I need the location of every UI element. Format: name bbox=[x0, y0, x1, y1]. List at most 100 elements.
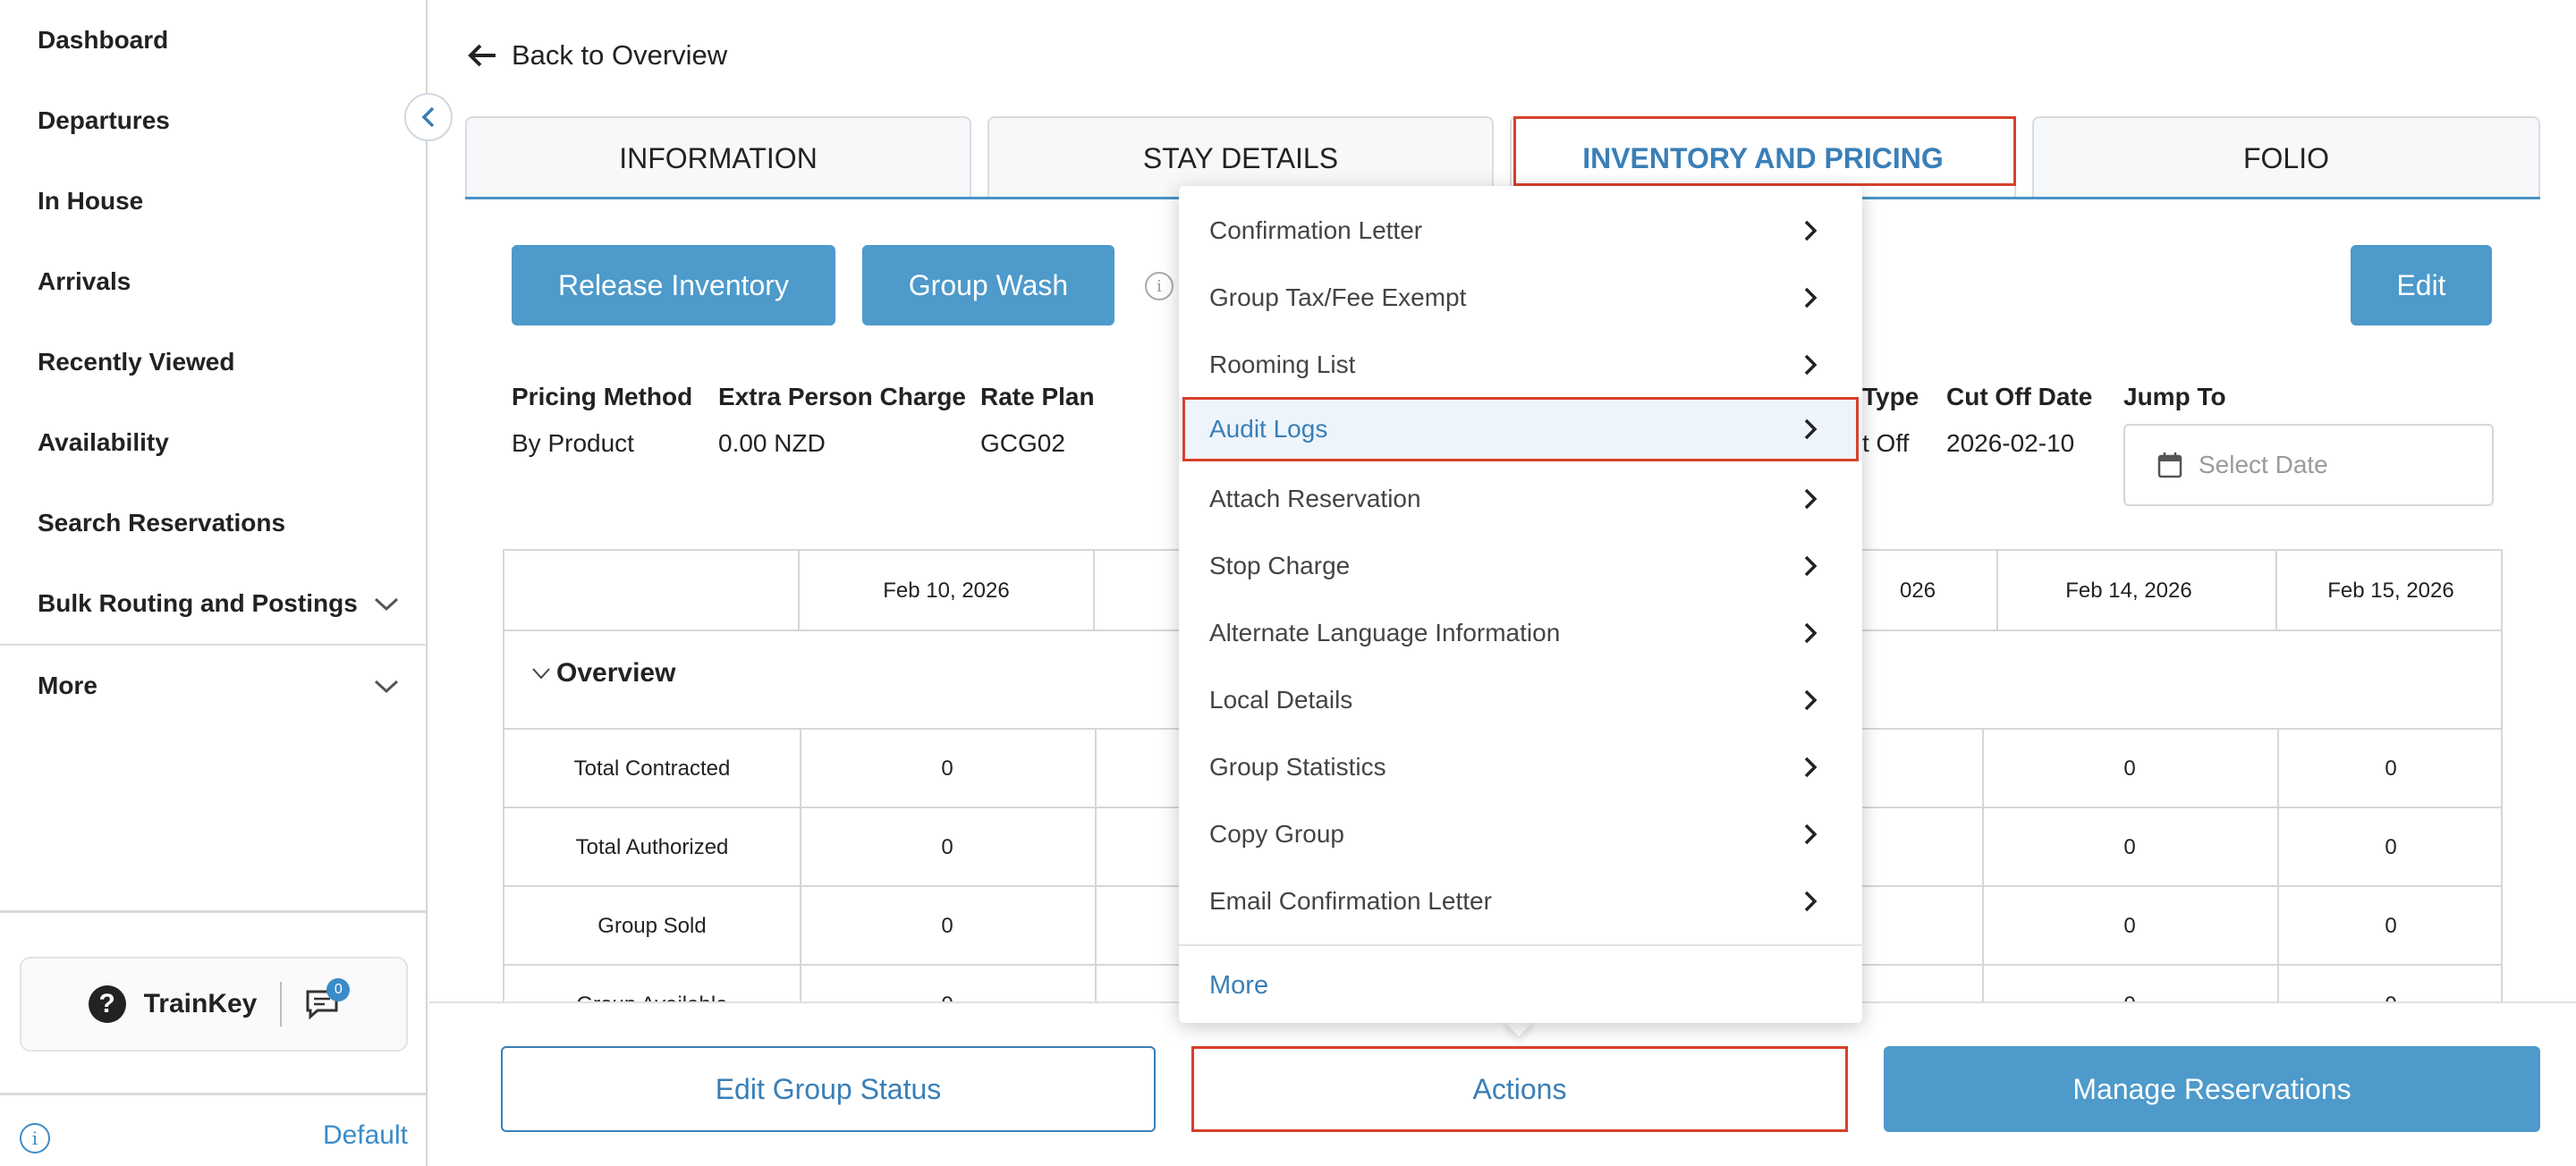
actions-menu: Confirmation Letter Group Tax/Fee Exempt… bbox=[1179, 186, 1862, 1023]
actions-button[interactable]: Actions bbox=[1191, 1046, 1848, 1132]
menu-item-label: Group Tax/Fee Exempt bbox=[1209, 283, 1467, 311]
field-value: t Off bbox=[1862, 429, 1910, 457]
field-label: Extra Person Charge bbox=[718, 383, 966, 410]
chat-icon[interactable]: 0 bbox=[305, 978, 351, 1020]
chevron-right-icon bbox=[1804, 418, 1818, 440]
manage-reservations-button[interactable]: Manage Reservations bbox=[1884, 1046, 2540, 1132]
grid-header-corner bbox=[504, 551, 800, 631]
menu-more-link[interactable]: More bbox=[1209, 971, 1268, 1001]
overview-section-toggle[interactable]: Overview bbox=[531, 658, 675, 689]
chevron-down-icon bbox=[374, 680, 399, 694]
cutoff-date-field: Cut Off Date 2026-02-10 bbox=[1946, 383, 2092, 458]
overview-label: Overview bbox=[556, 658, 676, 688]
grid-cell: 0 bbox=[2123, 914, 2136, 938]
field-value: 2026-02-10 bbox=[1946, 429, 2075, 457]
menu-item-label: Email Confirmation Letter bbox=[1209, 887, 1492, 915]
field-value: 0.00 NZD bbox=[718, 429, 826, 457]
default-link[interactable]: Default bbox=[323, 1120, 408, 1151]
field-label: Rate Plan bbox=[980, 383, 1095, 410]
arrow-left-icon bbox=[468, 44, 496, 67]
chevron-right-icon bbox=[1804, 689, 1818, 711]
menu-item-copy-group[interactable]: Copy Group bbox=[1179, 800, 1862, 868]
pricing-method-field: Pricing Method By Product bbox=[512, 383, 692, 458]
menu-item-rooming-list[interactable]: Rooming List bbox=[1179, 331, 1862, 399]
menu-item-label: Stop Charge bbox=[1209, 552, 1351, 579]
grid-row-label: Group Sold bbox=[597, 914, 707, 938]
sidebar-item-label: Bulk Routing and Postings bbox=[38, 589, 358, 617]
release-inventory-button[interactable]: Release Inventory bbox=[512, 245, 835, 325]
trainkey-label: TrainKey bbox=[143, 989, 258, 1018]
grid-cell: 0 bbox=[2385, 914, 2397, 938]
menu-item-label: Alternate Language Information bbox=[1209, 619, 1561, 646]
chevron-down-icon bbox=[532, 668, 550, 680]
menu-item-group-statistics[interactable]: Group Statistics bbox=[1179, 733, 1862, 801]
grid-row-label: Total Authorized bbox=[575, 835, 729, 859]
group-wash-button[interactable]: Group Wash bbox=[862, 245, 1114, 325]
sidebar-item-recently-viewed[interactable]: Recently Viewed bbox=[0, 322, 426, 402]
jump-to-date-input[interactable]: Select Date bbox=[2123, 424, 2494, 506]
grid-cell: 0 bbox=[941, 835, 953, 859]
sidebar-item-arrivals[interactable]: Arrivals bbox=[0, 241, 426, 322]
menu-item-label: Attach Reservation bbox=[1209, 485, 1421, 512]
sidebar-item-availability[interactable]: Availability bbox=[0, 402, 426, 483]
edit-group-status-button[interactable]: Edit Group Status bbox=[501, 1046, 1156, 1132]
chevron-right-icon bbox=[1804, 287, 1818, 308]
chevron-left-icon bbox=[421, 106, 435, 128]
sidebar: Dashboard Departures In House Arrivals R… bbox=[0, 0, 428, 1166]
back-to-overview-link[interactable]: Back to Overview bbox=[467, 39, 727, 72]
field-label: Cut Off Date bbox=[1946, 383, 2093, 410]
tab-information[interactable]: INFORMATION bbox=[465, 116, 971, 199]
grid-header-date: Feb 14, 2026 bbox=[1982, 551, 2277, 631]
date-placeholder: Select Date bbox=[2199, 451, 2328, 478]
rate-plan-field: Rate Plan GCG02 bbox=[980, 383, 1095, 458]
sidebar-divider bbox=[0, 910, 426, 913]
tab-folio[interactable]: FOLIO bbox=[2032, 116, 2540, 199]
help-icon: ? bbox=[88, 985, 126, 1023]
menu-item-label: Rooming List bbox=[1209, 351, 1356, 378]
trainkey-divider bbox=[280, 982, 283, 1027]
chevron-right-icon bbox=[1804, 354, 1818, 376]
sidebar-item-dashboard[interactable]: Dashboard bbox=[0, 0, 426, 80]
chevron-right-icon bbox=[1804, 891, 1818, 912]
grid-row-label: Total Contracted bbox=[573, 756, 731, 781]
menu-item-confirmation-letter[interactable]: Confirmation Letter bbox=[1179, 197, 1862, 265]
field-label: Jump To bbox=[2123, 383, 2226, 410]
menu-item-stop-charge[interactable]: Stop Charge bbox=[1179, 532, 1862, 600]
field-label: Pricing Method bbox=[512, 383, 693, 410]
grid-header-date: Feb 15, 2026 bbox=[2327, 579, 2454, 603]
sidebar-item-search-reservations[interactable]: Search Reservations bbox=[0, 483, 426, 563]
grid-cell: 0 bbox=[2123, 835, 2136, 859]
sidebar-divider bbox=[0, 1093, 426, 1095]
chevron-right-icon bbox=[1804, 555, 1818, 577]
collapse-sidebar-button[interactable] bbox=[404, 93, 453, 141]
chevron-right-icon bbox=[1804, 488, 1818, 510]
cutoff-type-field: Type t Off bbox=[1862, 383, 1919, 458]
sidebar-item-label: Arrivals bbox=[38, 267, 131, 295]
menu-item-local-details[interactable]: Local Details bbox=[1179, 666, 1862, 734]
menu-item-group-tax-exempt[interactable]: Group Tax/Fee Exempt bbox=[1179, 264, 1862, 332]
trainkey-widget[interactable]: ? TrainKey 0 bbox=[20, 957, 408, 1052]
field-label: Type bbox=[1862, 383, 1919, 410]
menu-item-alternate-language[interactable]: Alternate Language Information bbox=[1179, 599, 1862, 667]
extra-person-charge-field: Extra Person Charge 0.00 NZD bbox=[718, 383, 966, 458]
grid-cell: 0 bbox=[941, 756, 953, 781]
sidebar-item-in-house[interactable]: In House bbox=[0, 161, 426, 241]
menu-item-label: Confirmation Letter bbox=[1209, 216, 1423, 244]
sidebar-item-more[interactable]: More bbox=[0, 646, 426, 726]
sidebar-nav: Dashboard Departures In House Arrivals R… bbox=[0, 0, 426, 726]
edit-button[interactable]: Edit bbox=[2351, 245, 2492, 325]
grid-header-date: Feb 10, 2026 bbox=[800, 551, 1095, 631]
sidebar-item-bulk-routing[interactable]: Bulk Routing and Postings bbox=[0, 563, 426, 644]
menu-item-attach-reservation[interactable]: Attach Reservation bbox=[1179, 465, 1862, 533]
info-icon[interactable]: i bbox=[1145, 272, 1174, 300]
chevron-right-icon bbox=[1804, 622, 1818, 644]
sidebar-item-departures[interactable]: Departures bbox=[0, 80, 426, 161]
info-icon[interactable]: i bbox=[20, 1123, 50, 1153]
sidebar-item-label: Availability bbox=[38, 428, 169, 456]
menu-item-label: Group Statistics bbox=[1209, 753, 1386, 781]
calendar-icon bbox=[2157, 452, 2182, 478]
chevron-right-icon bbox=[1804, 824, 1818, 845]
menu-item-email-confirmation-letter[interactable]: Email Confirmation Letter bbox=[1179, 867, 1862, 935]
menu-item-audit-logs[interactable]: Audit Logs bbox=[1179, 397, 1862, 461]
menu-divider bbox=[1179, 944, 1862, 946]
